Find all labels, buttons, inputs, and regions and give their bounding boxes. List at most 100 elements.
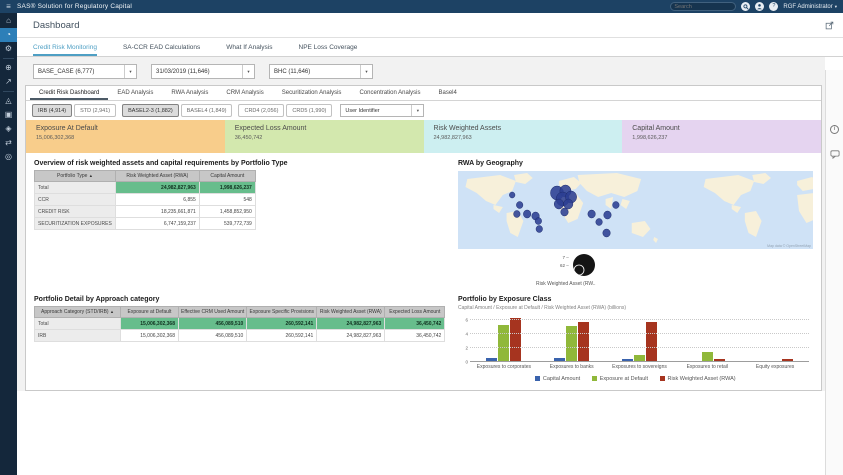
detail-table: Approach Category (STD/IRB) ▲ Exposure a… <box>34 306 446 342</box>
sidebar-item-transfer[interactable]: ⇄ <box>0 136 17 150</box>
chevron-down-icon: ▾ <box>124 65 136 78</box>
subtab-rwa-analysis[interactable]: RWA Analysis <box>162 90 217 100</box>
geo-bubble[interactable] <box>595 218 603 226</box>
geo-bubble[interactable] <box>602 228 611 238</box>
col-rwa[interactable]: Risk Weighted Asset (RWA) <box>114 170 200 182</box>
table-row[interactable]: Total 15,006,302,368 456,089,510 260,592… <box>34 317 446 330</box>
table-row[interactable]: CREDIT RISK 18,235,661,871 1,458,852,950 <box>34 205 256 218</box>
sidebar: ⌂ ◔ ⚙ ⊕ ↗ ◬ ▣ ◈ ⇄ ◎ <box>0 13 17 475</box>
entity-select[interactable]: BHC (11,646) ▾ <box>269 64 373 79</box>
bar-risk-weighted-asset-rwa-[interactable] <box>578 321 590 362</box>
entity-select-value: BHC (11,646) <box>274 68 311 75</box>
user-identifier-select[interactable]: User Identifier ▾ <box>340 104 425 117</box>
legend-item[interactable]: Exposure at Default <box>592 376 648 382</box>
search-input[interactable] <box>674 3 733 10</box>
geo-bubble[interactable] <box>516 201 524 209</box>
geo-bubble[interactable] <box>523 209 532 219</box>
legend-item[interactable]: Capital Amount <box>535 376 580 382</box>
col-rwa[interactable]: Risk Weighted Asset (RWA) <box>316 306 386 318</box>
table-row[interactable]: Total 24,982,827,963 1,998,626,237 <box>34 181 256 194</box>
kpi-capital-amount[interactable]: Capital Amount 1,998,626,237 <box>622 120 821 153</box>
map-attribution: Map data © OpenStreetMap <box>767 244 811 248</box>
sidebar-item-models[interactable]: ◎ <box>0 150 17 164</box>
cell: 24,982,827,963 <box>114 181 200 194</box>
col-crm-used[interactable]: Effective CRM Used Amount <box>177 306 248 318</box>
col-ead[interactable]: Exposure at Default <box>120 306 179 318</box>
subtab-basel4[interactable]: Basel4 <box>429 90 465 100</box>
col-portfolio-type[interactable]: Portfolio Type ▲ <box>34 170 116 182</box>
table-row[interactable]: CCR 6,855 548 <box>34 193 256 206</box>
user-menu[interactable]: RGF Administrator ▾ <box>783 4 837 10</box>
sidebar-item-globe[interactable]: ⊕ <box>0 61 17 75</box>
user-icon[interactable] <box>755 2 765 11</box>
category-label: Exposures to retail <box>686 363 728 370</box>
scenario-select[interactable]: BASE_CASE (6,777) ▾ <box>33 64 137 79</box>
subtab-ead-analysis[interactable]: EAD Analysis <box>108 90 162 100</box>
geo-bubble[interactable] <box>587 209 596 219</box>
toggle-basel4[interactable]: BASEL4 (1,849) <box>180 104 233 117</box>
bar-risk-weighted-asset-rwa-[interactable] <box>645 322 657 362</box>
category-label: Exposures to corporates <box>476 363 531 370</box>
kpi-expected-loss-amount[interactable]: Expected Loss Amount 36,450,742 <box>224 120 424 153</box>
col-provisions[interactable]: Exposure Specific Provisions <box>246 306 318 318</box>
bar-exposure-at-default[interactable] <box>566 325 578 362</box>
date-select[interactable]: 31/03/2019 (11,646) ▾ <box>151 64 255 79</box>
toggle-crd4[interactable]: CRD4 (2,056) <box>238 104 285 117</box>
geo-bubble[interactable] <box>603 210 612 220</box>
tab-sa-ccr-ead-calculations[interactable]: SA-CCR EAD Calculations <box>123 44 200 56</box>
geo-bubble[interactable] <box>553 198 564 210</box>
sidebar-item-trend[interactable]: ↗ <box>0 75 17 89</box>
sidebar-item-tags[interactable]: ◈ <box>0 122 17 136</box>
subtab-crm-analysis[interactable]: CRM Analysis <box>217 90 272 100</box>
col-capital-amount[interactable]: Capital Amount <box>198 170 256 182</box>
kpi-risk-weighted-assets[interactable]: Risk Weighted Assets 24,982,827,963 <box>423 120 623 153</box>
legend-item[interactable]: Risk Weighted Asset (RWA) <box>660 376 736 382</box>
toggle-std[interactable]: STD (2,941) <box>74 104 117 117</box>
sidebar-item-home[interactable]: ⌂ <box>0 14 17 28</box>
kpi-value: 1,998,626,237 <box>632 134 668 141</box>
toggle-crd5[interactable]: CRD5 (1,990) <box>286 104 333 117</box>
sidebar-item-settings[interactable]: ⚙ <box>0 42 17 56</box>
col-expected-loss[interactable]: Expected Loss Amount <box>384 306 446 318</box>
cell: 36,450,742 <box>384 317 446 330</box>
col-approach-category[interactable]: Approach Category (STD/IRB) ▲ <box>34 306 121 318</box>
info-icon[interactable]: i <box>830 125 839 134</box>
sidebar-item-reports[interactable]: ▣ <box>0 108 17 122</box>
tab-what-if-analysis[interactable]: What If Analysis <box>226 44 272 56</box>
sidebar-item-dashboard[interactable]: ◔ <box>0 28 17 42</box>
magnifier-glyph <box>743 3 749 10</box>
kpi-label: Risk Weighted Assets <box>433 125 502 132</box>
help-icon[interactable]: ? <box>769 2 779 11</box>
export-icon[interactable] <box>825 21 834 30</box>
world-map[interactable]: Map data © OpenStreetMap <box>458 171 813 249</box>
map-svg <box>465 173 813 243</box>
table-row[interactable]: IRB 15,006,302,368 456,089,510 260,592,1… <box>34 329 446 342</box>
geo-bubble[interactable] <box>612 201 620 209</box>
geo-bubble[interactable] <box>509 191 516 199</box>
kpi-value: 24,982,827,963 <box>433 134 472 141</box>
table-row[interactable]: SECURITIZATION EXPOSURES 6,747,159,237 5… <box>34 217 256 230</box>
subtab-concentration-analysis[interactable]: Concentration Analysis <box>350 90 429 100</box>
geo-bubble[interactable] <box>513 210 521 218</box>
subtab-securitization-analysis[interactable]: Securitization Analysis <box>273 90 351 100</box>
kpi-exposure-at-default[interactable]: Exposure At Default 15,006,302,368 <box>26 120 225 153</box>
geo-bubble[interactable] <box>563 198 574 210</box>
tab-credit-risk-monitoring[interactable]: Credit Risk Monitoring <box>33 44 97 56</box>
search-icon[interactable] <box>741 2 751 11</box>
report-panel: Credit Risk Dashboard EAD Analysis RWA A… <box>25 85 822 391</box>
toggle-basel2-3[interactable]: BASEL2-3 (1,882) <box>122 104 179 117</box>
toggle-irb[interactable]: IRB (4,914) <box>32 104 73 117</box>
sidebar-divider <box>3 91 14 92</box>
sidebar-item-hierarchy[interactable]: ◬ <box>0 94 17 108</box>
comments-icon[interactable] <box>830 146 840 164</box>
geo-bubble[interactable] <box>534 217 542 225</box>
geo-bubble[interactable] <box>535 225 543 233</box>
cell: 539,772,739 <box>198 217 256 230</box>
menu-icon[interactable]: ≡ <box>0 0 17 13</box>
bar-exposure-at-default[interactable] <box>498 324 510 362</box>
search-box[interactable] <box>670 2 737 11</box>
geo-bubble[interactable] <box>560 207 569 217</box>
subtab-credit-risk-dashboard[interactable]: Credit Risk Dashboard <box>30 90 109 100</box>
bar-risk-weighted-asset-rwa-[interactable] <box>510 317 522 362</box>
tab-npe-loss-coverage[interactable]: NPE Loss Coverage <box>299 44 358 56</box>
